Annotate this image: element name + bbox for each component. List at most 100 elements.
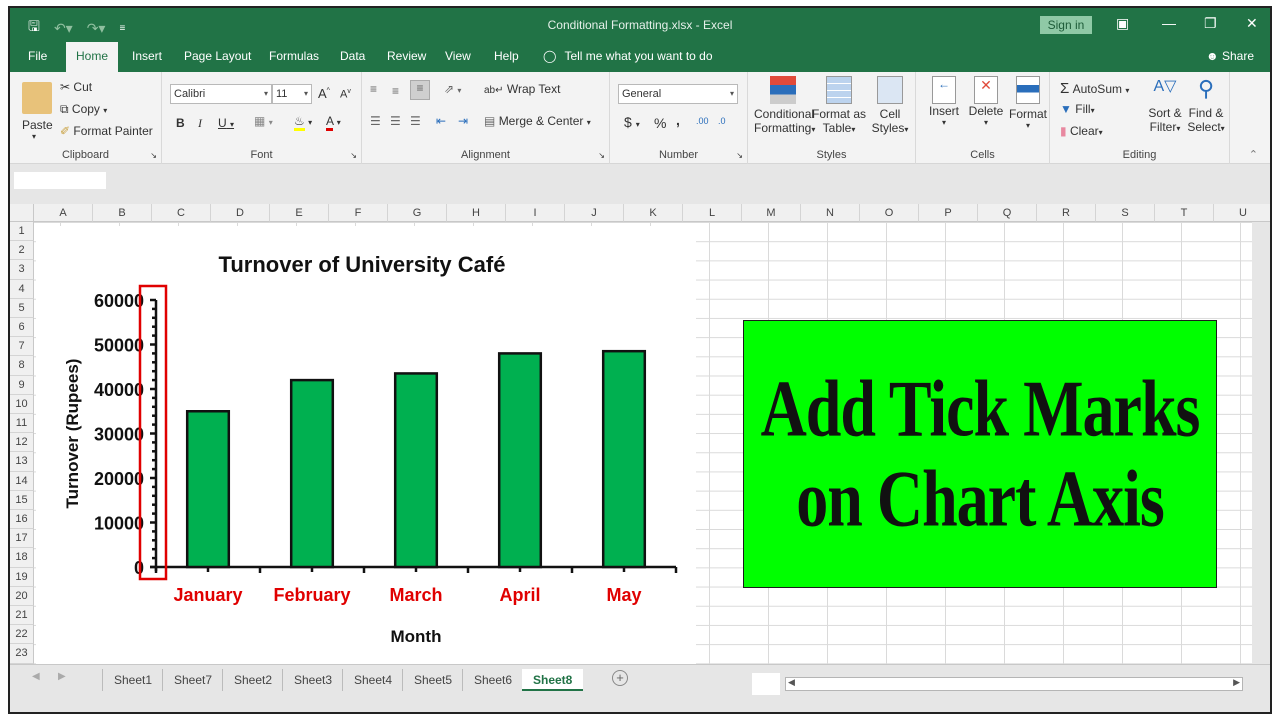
clear-button[interactable]: ▮ Clear▾ (1060, 124, 1103, 138)
delete-cells-button[interactable]: ✕ Delete ▾ (966, 76, 1006, 127)
column-header[interactable]: M (742, 204, 801, 222)
sheet-tab-sheet2[interactable]: Sheet2 (222, 669, 283, 691)
row-header[interactable]: 4 (10, 279, 34, 299)
row-header[interactable]: 1 (10, 222, 34, 242)
font-color-button[interactable]: A ▾ (326, 114, 341, 131)
column-header[interactable]: N (801, 204, 860, 222)
row-header[interactable]: 6 (10, 318, 34, 338)
tab-review[interactable]: Review (387, 49, 426, 63)
column-header[interactable]: P (919, 204, 978, 222)
sheet-tab-sheet7[interactable]: Sheet7 (162, 669, 223, 691)
row-header[interactable]: 5 (10, 298, 34, 318)
row-header[interactable]: 23 (10, 644, 34, 664)
column-header[interactable]: R (1037, 204, 1096, 222)
row-header[interactable]: 17 (10, 529, 34, 549)
column-header[interactable]: T (1155, 204, 1214, 222)
sheet-tab-sheet3[interactable]: Sheet3 (282, 669, 343, 691)
column-header[interactable]: J (565, 204, 624, 222)
dialog-launcher-icon[interactable]: ↘ (350, 151, 357, 160)
format-as-table-button[interactable]: Format as Table▾ (812, 76, 866, 135)
share-button[interactable]: ☻ Share (1206, 49, 1254, 63)
align-right-icon[interactable]: ☰ (410, 114, 421, 128)
row-header[interactable]: 10 (10, 394, 34, 414)
format-painter-button[interactable]: ✐ Format Painter (60, 124, 153, 138)
comma-button[interactable]: , (676, 112, 680, 128)
middle-align-icon[interactable]: ≡ (392, 84, 399, 98)
orientation-icon[interactable]: ⇗ ▾ (444, 82, 461, 96)
column-header[interactable]: E (270, 204, 329, 222)
column-header[interactable]: C (152, 204, 211, 222)
column-header[interactable]: G (388, 204, 447, 222)
increase-decimal-button[interactable]: .00 (696, 116, 709, 126)
close-icon[interactable]: ✕ (1246, 15, 1258, 32)
top-align-icon[interactable]: ≡ (370, 82, 377, 96)
horizontal-scrollbar[interactable]: ◀ ▶ (785, 677, 1243, 691)
decrease-font-button[interactable]: Av (340, 88, 351, 101)
tab-home[interactable]: Home (66, 42, 119, 72)
paste-button[interactable]: Paste (22, 118, 53, 132)
sign-in-button[interactable]: Sign in (1040, 16, 1092, 34)
row-header[interactable]: 2 (10, 241, 34, 261)
select-all-button[interactable] (10, 204, 34, 222)
bold-button[interactable]: B (176, 116, 185, 130)
row-header[interactable]: 15 (10, 490, 34, 510)
column-header[interactable]: Q (978, 204, 1037, 222)
tab-page-layout[interactable]: Page Layout (184, 49, 251, 63)
autosum-button[interactable]: Σ AutoSum ▾ (1060, 80, 1129, 97)
row-header[interactable]: 12 (10, 433, 34, 453)
tab-view[interactable]: View (445, 49, 471, 63)
column-header[interactable]: L (683, 204, 742, 222)
column-header[interactable]: B (93, 204, 152, 222)
column-header[interactable]: A (34, 204, 93, 222)
dialog-launcher-icon[interactable]: ↘ (598, 151, 605, 160)
row-header[interactable]: 11 (10, 414, 34, 434)
row-header[interactable]: 19 (10, 567, 34, 587)
cut-button[interactable]: ✂ Cut (60, 80, 92, 94)
font-name-combo[interactable]: Calibri ▾ (170, 84, 272, 104)
tab-formulas[interactable]: Formulas (269, 49, 319, 63)
column-header[interactable]: O (860, 204, 919, 222)
font-size-combo[interactable]: 11 ▾ (272, 84, 312, 104)
column-header[interactable]: K (624, 204, 683, 222)
row-header[interactable]: 14 (10, 471, 34, 491)
row-header[interactable]: 16 (10, 510, 34, 530)
italic-button[interactable]: I (198, 116, 202, 131)
increase-font-button[interactable]: A^ (318, 86, 330, 101)
bar-chart[interactable]: Turnover of University Café Turnover (Rup… (36, 226, 696, 664)
tab-insert[interactable]: Insert (132, 49, 162, 63)
row-header[interactable]: 13 (10, 452, 34, 472)
align-left-icon[interactable]: ☰ (370, 114, 381, 128)
conditional-formatting-button[interactable]: Conditional Formatting▾ (754, 76, 815, 135)
sheet-tab-sheet6[interactable]: Sheet6 (462, 669, 523, 691)
sheet-tab-sheet4[interactable]: Sheet4 (342, 669, 403, 691)
row-header[interactable]: 8 (10, 356, 34, 376)
sheet-tab-sheet1[interactable]: Sheet1 (102, 669, 163, 691)
scroll-left-icon[interactable]: ◀ (788, 677, 795, 688)
new-sheet-button[interactable]: + (612, 670, 628, 686)
insert-cells-button[interactable]: ← Insert ▾ (924, 76, 964, 127)
column-header[interactable]: U (1214, 204, 1270, 222)
paste-icon[interactable] (22, 82, 52, 114)
column-header[interactable]: F (329, 204, 388, 222)
align-center-icon[interactable]: ☰ (390, 114, 401, 128)
sort-filter-button[interactable]: A▽ Sort & Filter▾ (1146, 76, 1184, 134)
tab-help[interactable]: Help (494, 49, 519, 63)
dialog-launcher-icon[interactable]: ↘ (150, 151, 157, 160)
column-header[interactable]: H (447, 204, 506, 222)
sheet-tab-sheet5[interactable]: Sheet5 (402, 669, 463, 691)
collapse-ribbon-icon[interactable]: ⌃ (1249, 148, 1258, 161)
column-header[interactable]: S (1096, 204, 1155, 222)
borders-button[interactable]: ▦ ▾ (254, 114, 273, 128)
tell-me-search[interactable]: ◯ Tell me what you want to do (543, 49, 713, 63)
tab-file[interactable]: File (28, 49, 47, 63)
name-box[interactable] (14, 172, 106, 189)
percent-button[interactable]: % (654, 115, 666, 131)
wrap-text-button[interactable]: ab↵ Wrap Text (484, 82, 560, 96)
scroll-tabs-left-icon[interactable]: ◀ (32, 671, 40, 682)
decrease-indent-icon[interactable]: ⇤ (436, 114, 446, 128)
row-header[interactable]: 7 (10, 337, 34, 357)
row-header[interactable]: 22 (10, 625, 34, 645)
scroll-tabs-right-icon[interactable]: ▶ (58, 671, 66, 682)
find-select-button[interactable]: ⚲ Find & Select▾ (1186, 76, 1226, 134)
minimize-icon[interactable]: — (1162, 15, 1176, 31)
